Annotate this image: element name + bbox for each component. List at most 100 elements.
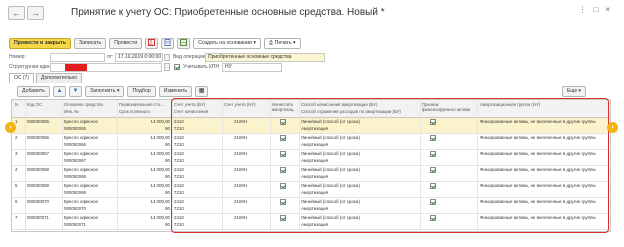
post-button[interactable]: Провести — [109, 38, 143, 49]
financed-checkbox[interactable] — [430, 167, 436, 173]
table-row[interactable]: 5 000000069 Кресло офисное 000000069 14 000,… — [12, 182, 610, 198]
table-row[interactable]: 7 000000071 Кресло офисное 000000071 14 000,… — [12, 214, 610, 230]
kpn-select[interactable]: НУ — [222, 63, 282, 72]
close-icon[interactable]: × — [605, 5, 610, 14]
add-row-button[interactable]: Добавить — [17, 86, 50, 97]
table-row[interactable]: 1 000000065 Кресло офисное 000000065 14 000,… — [12, 118, 610, 134]
col-asset[interactable]: Основное средство — [64, 102, 116, 108]
depreciation-checkbox[interactable] — [280, 151, 286, 157]
col-acc-nu[interactable]: Счет учета (НУ) — [224, 102, 269, 108]
row-dep-method: Линейный (способ (от срока) — [301, 167, 360, 172]
report-icon[interactable] — [161, 38, 175, 49]
table-row[interactable]: 2 000000066 Кресло офисное 000000066 14 000,… — [12, 134, 610, 150]
row-asset: Кресло офисное — [64, 167, 98, 172]
depreciation-checkbox[interactable] — [280, 167, 286, 173]
col-dep-flag[interactable]: Начислять амортизац... — [272, 102, 297, 112]
table-row[interactable]: 4 000000068 Кресло офисное 000000068 14 000,… — [12, 166, 610, 182]
financed-checkbox[interactable] — [430, 199, 436, 205]
row-number: 5 — [15, 183, 18, 188]
col-cost[interactable]: Первоначальная сто... — [119, 102, 171, 108]
fill-button[interactable]: Заполнить ▾ — [84, 86, 125, 97]
financed-checkbox[interactable] — [430, 215, 436, 221]
table-row[interactable]: 3 000000067 Кресло офисное 000000067 14 000,… — [12, 150, 610, 166]
tab-os[interactable]: ОС (7) — [9, 73, 34, 83]
row-dep-method: Линейный (способ (от срока) — [301, 135, 360, 140]
col-inv[interactable]: Инв. № — [64, 109, 116, 115]
depreciation-checkbox[interactable] — [280, 215, 286, 221]
row-group: Фиксированные активы, не включенные в др… — [480, 215, 596, 220]
change-button[interactable]: Изменить — [158, 86, 193, 97]
col-acc-bu[interactable]: Счет учета (БУ) — [174, 102, 221, 108]
prev-arrow-icon[interactable]: ‹ — [5, 122, 16, 133]
unit-field[interactable] — [50, 63, 162, 72]
financed-checkbox[interactable] — [430, 151, 436, 157]
print-label: Печать ▾ — [274, 40, 296, 46]
row-inv: 000000068 — [64, 174, 86, 179]
kpn-checkbox[interactable] — [174, 64, 180, 70]
table-more-icon[interactable]: Еще ▾ — [561, 86, 586, 97]
row-acc-nu: 2100Н — [234, 215, 247, 220]
row-code: 000000068 — [27, 167, 49, 172]
tab-additional[interactable]: Дополнительно — [36, 73, 82, 83]
row-acc-nu: 2100Н — [234, 135, 247, 140]
row-acc-dep: 7210 — [174, 142, 184, 147]
col-acc-dep[interactable]: Счет начисления — [174, 109, 221, 115]
row-number: 4 — [15, 167, 18, 172]
row-inv: 000000067 — [64, 158, 86, 163]
move-down-icon[interactable]: ▼ — [68, 86, 82, 97]
post-and-close-button[interactable]: Провести и закрыть — [9, 38, 72, 49]
row-cost: 14 000,00 — [150, 199, 170, 204]
date-field[interactable]: 17.10.2019 0:00:00 — [115, 53, 163, 62]
move-up-icon[interactable]: ▲ — [52, 86, 66, 97]
back-arrow-icon[interactable]: ← — [8, 6, 25, 20]
print-button[interactable]: ⎙ Печать ▾ — [264, 38, 301, 49]
row-dep-reflect: Амортизация — [301, 142, 328, 147]
depreciation-checkbox[interactable] — [280, 183, 286, 189]
select-button[interactable]: Подбор — [127, 86, 156, 97]
table-row[interactable]: 6 000000070 Кресло офисное 000000070 14 000,… — [12, 198, 610, 214]
financed-checkbox[interactable] — [430, 119, 436, 125]
redacted-value — [65, 64, 87, 71]
depreciation-checkbox[interactable] — [280, 135, 286, 141]
table-header: N Код ОС Основное средство Инв. № Первон… — [12, 100, 610, 118]
next-arrow-icon[interactable]: › — [607, 122, 618, 133]
col-code[interactable]: Код ОС — [27, 102, 61, 108]
assets-table: N Код ОС Основное средство Инв. № Первон… — [11, 99, 611, 232]
row-acc-nu: 2100Н — [234, 151, 247, 156]
structure-icon[interactable] — [177, 38, 191, 49]
number-field[interactable] — [50, 53, 105, 62]
save-button[interactable]: Записать — [74, 38, 107, 49]
operation-select[interactable]: Приобретенные основные средства — [205, 53, 325, 62]
row-divider — [12, 229, 610, 230]
row-code: 000000069 — [27, 183, 49, 188]
journal-icon[interactable]: Д — [145, 38, 159, 49]
table-toolbar: Добавить ▲ ▼ Заполнить ▾ Подбор Изменить… — [17, 86, 209, 97]
financed-checkbox[interactable] — [430, 135, 436, 141]
row-dep-reflect: Амортизация — [301, 206, 328, 211]
command-bar: Провести и закрыть Записать Провести Д С… — [9, 38, 301, 49]
row-inv: 000000071 — [64, 222, 86, 227]
forward-arrow-icon[interactable]: → — [27, 6, 44, 20]
create-based-on-button[interactable]: Создать на основании ▾ — [193, 38, 262, 49]
depreciation-checkbox[interactable] — [280, 199, 286, 205]
row-acc-bu: 2410 — [174, 215, 184, 220]
svg-text:Д: Д — [149, 41, 153, 46]
row-cost: 14 000,00 — [150, 135, 170, 140]
col-fin-flag[interactable]: Признак финансируемого актива — [422, 102, 472, 112]
col-n[interactable]: N — [15, 102, 18, 108]
financed-checkbox[interactable] — [430, 183, 436, 189]
col-dep-reflect[interactable]: Способ отражения расходов по амортизации… — [301, 109, 419, 115]
col-dep-method[interactable]: Способ начисления амортизации (БУ) — [301, 102, 419, 108]
maximize-icon[interactable]: □ — [593, 5, 598, 14]
open-icon[interactable]: … — [164, 63, 170, 71]
row-asset: Кресло офисное — [64, 199, 98, 204]
col-life[interactable]: Срок полезного — [119, 109, 171, 115]
grid-settings-icon[interactable]: ▦ — [195, 86, 209, 97]
row-dep-method: Линейный (способ (от срока) — [301, 183, 360, 188]
calendar-icon[interactable] — [164, 54, 170, 61]
col-group[interactable]: Амортизационная группа (НУ) — [480, 102, 610, 108]
more-icon[interactable]: ⋮ — [578, 5, 586, 14]
depreciation-checkbox[interactable] — [280, 119, 286, 125]
row-life: 60 — [165, 142, 170, 147]
row-group: Фиксированные активы, не включенные в др… — [480, 183, 596, 188]
